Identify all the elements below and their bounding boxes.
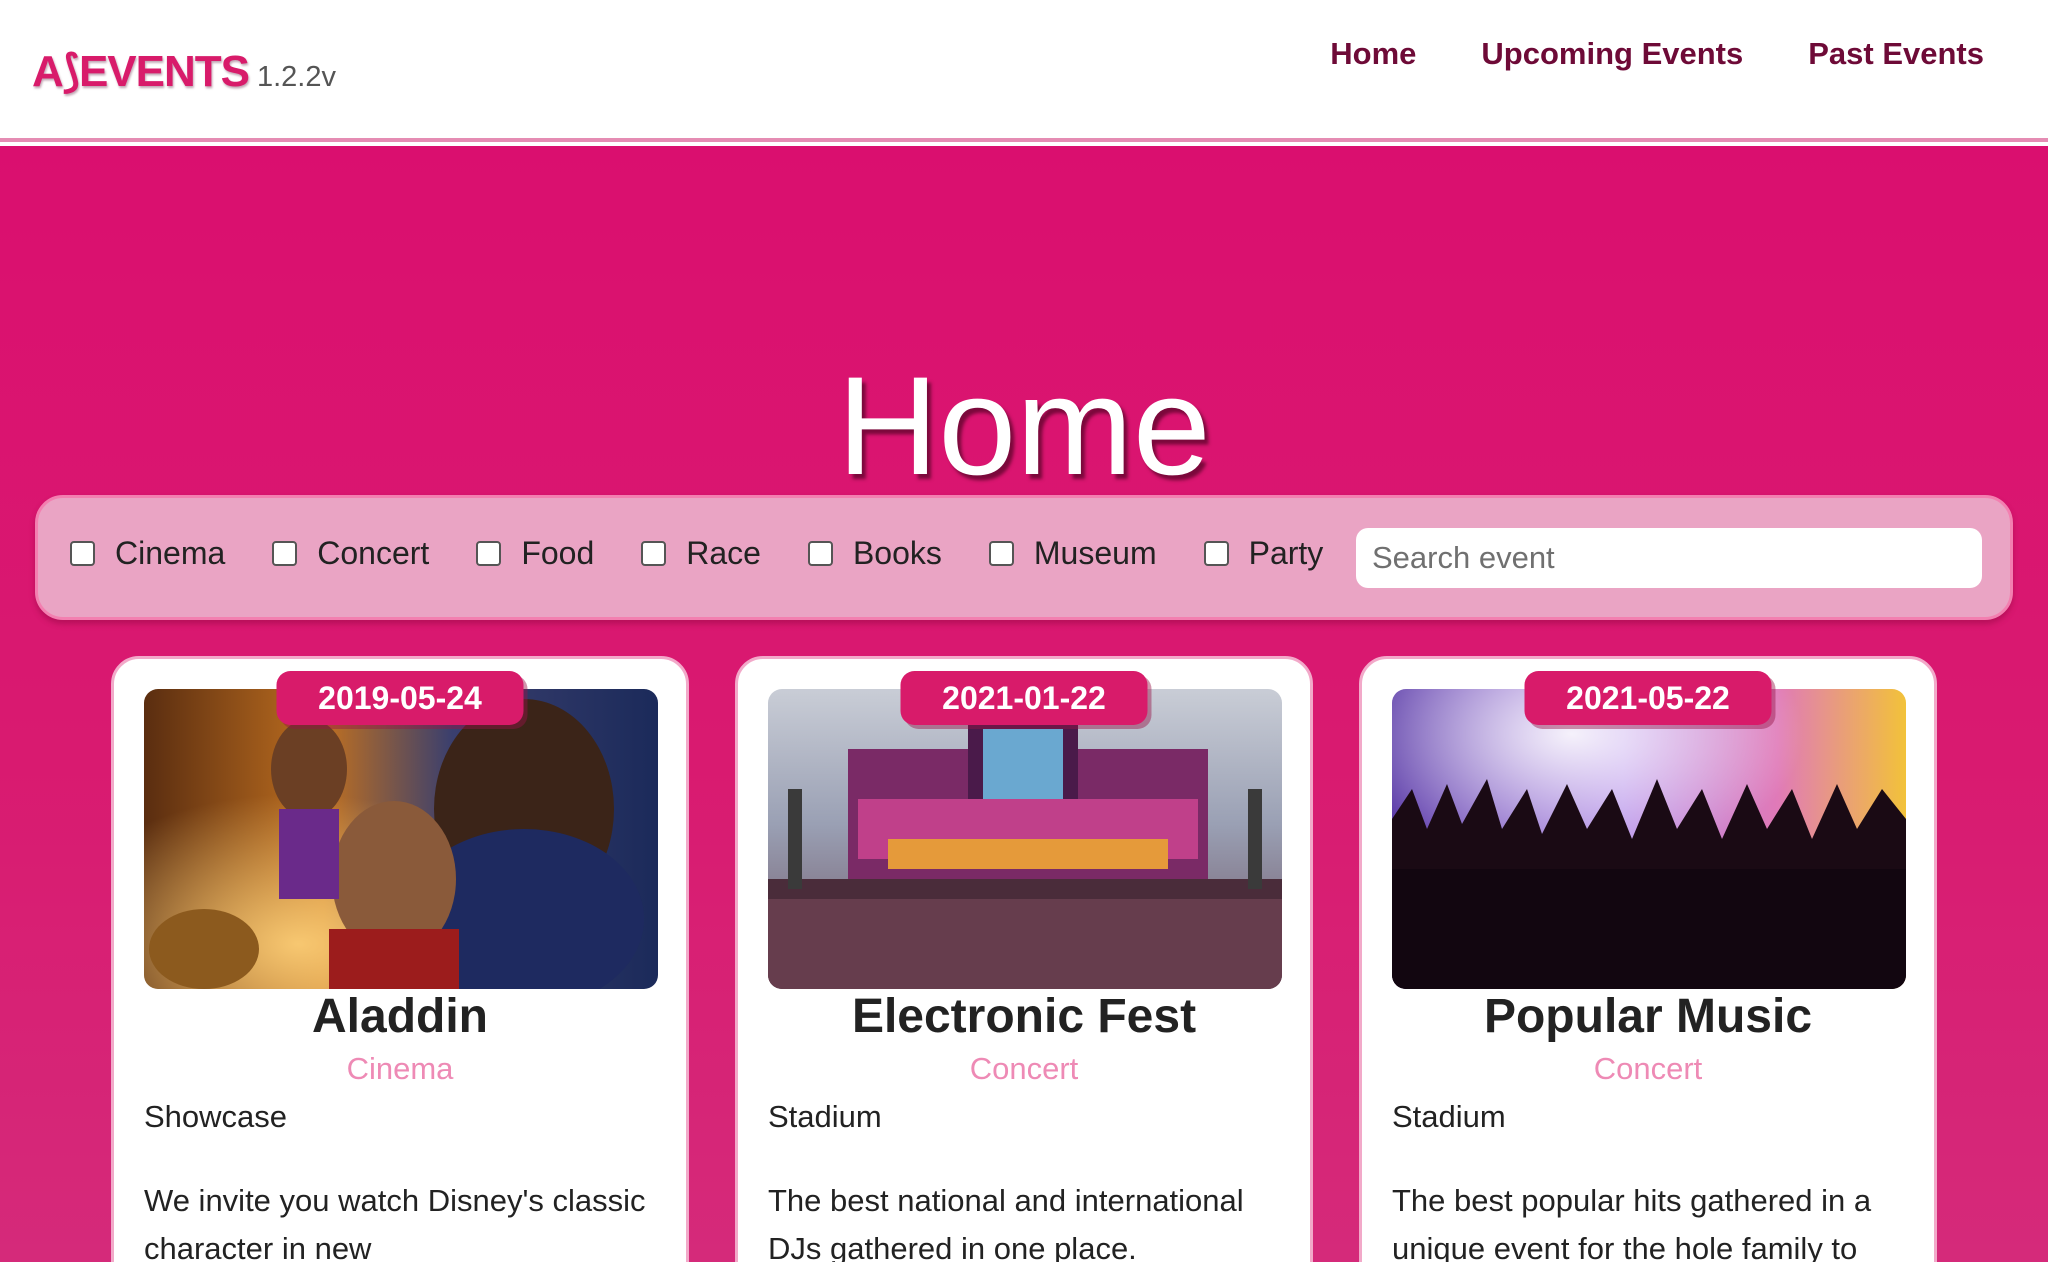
checkbox-museum[interactable] [988,541,1014,566]
event-card[interactable]: 2021-05-22 Popular Music Concert Stadium… [1359,656,1937,1262]
event-card[interactable]: 2021-01-22 Electronic Fest Concert Stadi… [735,656,1313,1262]
checkbox-food[interactable] [476,541,502,566]
checkbox-books[interactable] [807,541,833,566]
checkbox-concert[interactable] [272,541,298,566]
event-title: Aladdin [312,990,488,1043]
nav-home-link[interactable]: Home [1330,36,1416,72]
event-description: The best national and international DJs … [768,1183,1244,1262]
filter-label: Party [1248,535,1324,571]
filter-label: Food [521,535,595,571]
filter-label: Books [852,535,942,571]
top-navbar: A⟆EVENTS 1.2.2v Home Upcoming Events Pas… [0,0,2048,142]
event-venue: Stadium [1392,1099,1506,1134]
checkbox-race[interactable] [641,541,667,566]
event-image-electronic-fest [768,689,1282,989]
event-description: The best popular hits gathered in a uniq… [1392,1183,1872,1262]
event-title: Electronic Fest [851,990,1197,1043]
filter-label: Museum [1033,535,1157,571]
event-category: Concert [1593,1051,1703,1086]
filter-bar: Cinema Concert Food Race Books Museum Pa… [35,495,2013,620]
brand-logo[interactable]: A⟆EVENTS 1.2.2v [32,46,336,97]
search-event-input[interactable] [1356,528,1982,588]
filter-museum[interactable]: Museum [988,535,1157,572]
event-category: Concert [969,1051,1079,1086]
event-category: Cinema [346,1051,454,1086]
event-description: We invite you watch Disney's classic cha… [144,1183,646,1262]
logo-wordmark: A⟆EVENTS [32,47,250,96]
event-venue: Showcase [144,1099,288,1134]
main-nav: Home Upcoming Events Past Events [1330,36,1984,72]
filter-food[interactable]: Food [476,535,594,572]
filter-label: Concert [317,535,430,571]
filter-party[interactable]: Party [1203,535,1324,572]
filter-race[interactable]: Race [641,535,761,572]
filter-label: Cinema [115,535,226,571]
event-image-popular-music [1392,689,1906,989]
nav-upcoming-events-link[interactable]: Upcoming Events [1481,36,1743,72]
filter-concert[interactable]: Concert [272,535,429,572]
checkbox-party[interactable] [1203,541,1229,566]
category-filters: Cinema Concert Food Race Books Museum Pa… [70,535,1370,572]
event-venue: Stadium [768,1099,882,1134]
event-date-badge: 2021-01-22 [900,671,1148,725]
page-title: Home [837,347,1211,504]
filter-cinema[interactable]: Cinema [70,535,225,572]
event-date-badge: 2019-05-24 [276,671,524,725]
nav-past-events-link[interactable]: Past Events [1808,36,1984,72]
filter-label: Race [686,535,761,571]
app-version: 1.2.2v [256,61,336,93]
event-date-badge: 2021-05-22 [1524,671,1772,725]
event-image-aladdin [144,689,658,989]
event-card[interactable]: 2019-05-24 Aladdin Cinema Showcase We in… [111,656,689,1262]
checkbox-cinema[interactable] [70,541,95,566]
event-title: Popular Music [1483,990,1813,1043]
filter-books[interactable]: Books [807,535,942,572]
